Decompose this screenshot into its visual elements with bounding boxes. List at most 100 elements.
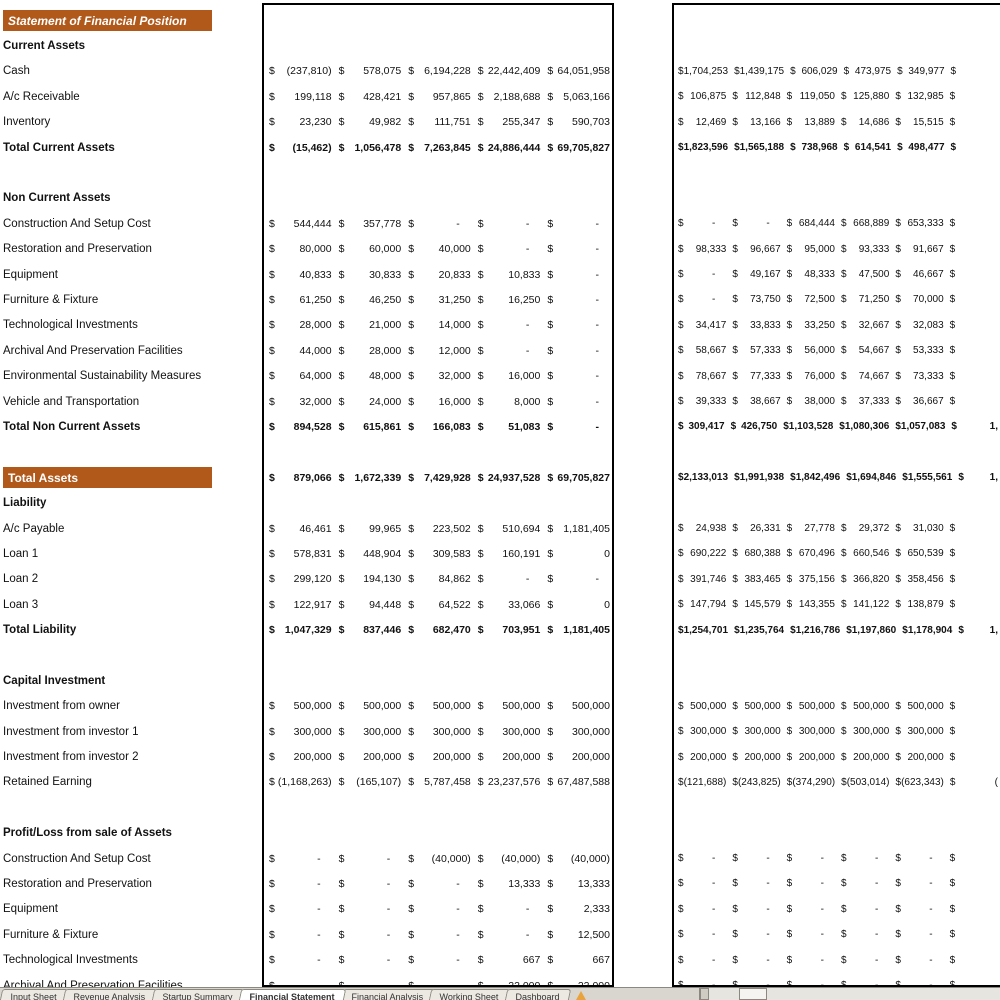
row-label-loan-3[interactable]: Loan 3 [0, 592, 260, 617]
spreadsheet-cell[interactable]: $615,861 [334, 414, 404, 439]
spreadsheet-cell[interactable]: $13,333 [473, 871, 543, 896]
spreadsheet-cell[interactable]: $- [403, 973, 473, 987]
row-label-total-non-current-assets[interactable]: Total Non Current Assets [0, 414, 260, 439]
spreadsheet-cell[interactable]: $200,000 [674, 744, 728, 769]
spreadsheet-cell[interactable]: $200,000 [783, 744, 837, 769]
spreadsheet-cell[interactable]: $54,667 [837, 338, 891, 363]
sheet-tab-working-sheet[interactable]: Working Sheet [427, 989, 510, 1000]
spreadsheet-cell[interactable]: $1,991,938 [730, 465, 786, 490]
spreadsheet-cell[interactable]: $- [542, 313, 612, 338]
spreadsheet-cell[interactable]: $28,000 [334, 338, 404, 363]
spreadsheet-cell[interactable]: $223,502 [403, 516, 473, 541]
spreadsheet-cell[interactable]: $684,444 [783, 211, 837, 236]
row-label-total-current-assets[interactable]: Total Current Assets [0, 135, 260, 160]
row-label-loan-2[interactable]: Loan 2 [0, 567, 260, 592]
row-label-cash[interactable]: Cash [0, 59, 260, 84]
sheet-tab-dashboard[interactable]: Dashboard [503, 989, 571, 1000]
spreadsheet-cell[interactable]: $73,333 [891, 363, 945, 388]
spreadsheet-cell[interactable]: $( [946, 770, 1000, 795]
spreadsheet-cell[interactable]: $15,515 [891, 110, 945, 135]
spreadsheet-cell[interactable]: $33,833 [728, 313, 782, 338]
spreadsheet-cell[interactable]: $0 [542, 541, 612, 566]
spreadsheet-cell[interactable]: $375,156 [783, 567, 837, 592]
spreadsheet-cell[interactable]: $166,083 [403, 414, 473, 439]
spreadsheet-cell[interactable]: $- [728, 871, 782, 896]
spreadsheet-cell[interactable]: $61,250 [264, 287, 334, 312]
spreadsheet-cell[interactable]: $(1,168,263) [264, 770, 334, 795]
spreadsheet-cell[interactable]: $22,000 [473, 973, 543, 987]
spreadsheet-cell[interactable]: $32,083 [891, 313, 945, 338]
spreadsheet-cell[interactable]: $1,672,339 [334, 465, 404, 490]
spreadsheet-cell[interactable]: $80,000 [264, 237, 334, 262]
spreadsheet-cell[interactable]: $1,254,701 [674, 617, 730, 642]
spreadsheet-cell[interactable]: $22,000 [542, 973, 612, 987]
spreadsheet-cell[interactable]: $53,333 [891, 338, 945, 363]
row-label-investment-from-investor-2[interactable]: Investment from investor 2 [0, 744, 260, 769]
spreadsheet-cell[interactable]: $- [891, 922, 945, 947]
spreadsheet-cell[interactable]: $199,118 [264, 84, 334, 109]
spreadsheet-cell[interactable]: $- [473, 211, 543, 236]
spreadsheet-cell[interactable]: $5,063,166 [542, 84, 612, 109]
spreadsheet-cell[interactable]: $1,216,786 [786, 617, 842, 642]
spreadsheet-cell[interactable]: $383,465 [728, 567, 782, 592]
spreadsheet-cell[interactable]: $37,333 [837, 389, 891, 414]
spreadsheet-cell[interactable]: $500,000 [334, 694, 404, 719]
spreadsheet-cell[interactable]: $500,000 [403, 694, 473, 719]
spreadsheet-cell[interactable]: $1,555,561 [898, 465, 954, 490]
spreadsheet-cell[interactable]: $300,000 [837, 719, 891, 744]
spreadsheet-cell[interactable]: $ [946, 973, 1000, 987]
spreadsheet-cell[interactable]: $(623,343) [892, 770, 946, 795]
spreadsheet-cell[interactable]: $200,000 [891, 744, 945, 769]
spreadsheet-cell[interactable]: $99,965 [334, 516, 404, 541]
spreadsheet-cell[interactable]: $31,250 [403, 287, 473, 312]
spreadsheet-cell[interactable]: $ [946, 338, 1000, 363]
spreadsheet-cell[interactable]: $46,461 [264, 516, 334, 541]
spreadsheet-cell[interactable]: $24,000 [334, 389, 404, 414]
spreadsheet-cell[interactable]: $- [674, 287, 728, 312]
sheet-tab-financial-statement[interactable]: Financial Statement [236, 989, 345, 1000]
row-label-a-c-receivable[interactable]: A/c Receivable [0, 84, 260, 109]
spreadsheet-cell[interactable]: $57,333 [728, 338, 782, 363]
spreadsheet-cell[interactable]: $- [783, 922, 837, 947]
spreadsheet-cell[interactable]: $650,539 [891, 541, 945, 566]
spreadsheet-cell[interactable]: $- [542, 567, 612, 592]
spreadsheet-cell[interactable]: $500,000 [728, 694, 782, 719]
spreadsheet-cell[interactable]: $- [674, 922, 728, 947]
spreadsheet-cell[interactable]: $448,904 [334, 541, 404, 566]
spreadsheet-cell[interactable]: $- [542, 414, 612, 439]
spreadsheet-cell[interactable]: $- [334, 947, 404, 972]
spreadsheet-cell[interactable]: $- [783, 871, 837, 896]
spreadsheet-cell[interactable]: $- [674, 973, 728, 987]
spreadsheet-cell[interactable]: $51,083 [473, 414, 543, 439]
spreadsheet-cell[interactable]: $69,705,827 [542, 135, 612, 160]
row-label-archival-and-preservation-facilities[interactable]: Archival And Preservation Facilities [0, 338, 260, 363]
spreadsheet-cell[interactable]: $1, [954, 617, 1000, 642]
spreadsheet-cell[interactable]: $578,831 [264, 541, 334, 566]
spreadsheet-cell[interactable]: $300,000 [403, 719, 473, 744]
spreadsheet-cell[interactable]: $ [946, 389, 1000, 414]
spreadsheet-cell[interactable]: $300,000 [783, 719, 837, 744]
spreadsheet-cell[interactable]: $- [783, 846, 837, 871]
spreadsheet-cell[interactable]: $26,331 [728, 516, 782, 541]
row-label-technological-investments[interactable]: Technological Investments [0, 313, 260, 338]
spreadsheet-cell[interactable]: $498,477 [893, 135, 946, 160]
spreadsheet-cell[interactable]: $145,579 [728, 592, 782, 617]
spreadsheet-cell[interactable]: $(40,000) [542, 846, 612, 871]
spreadsheet-cell[interactable]: $- [473, 567, 543, 592]
spreadsheet-cell[interactable]: $309,417 [674, 414, 727, 439]
spreadsheet-cell[interactable]: $(15,462) [264, 135, 334, 160]
spreadsheet-cell[interactable]: $682,470 [403, 617, 473, 642]
spreadsheet-cell[interactable]: $30,833 [334, 262, 404, 287]
spreadsheet-cell[interactable]: $(374,290) [783, 770, 837, 795]
spreadsheet-cell[interactable]: $ [946, 110, 1000, 135]
spreadsheet-cell[interactable]: $300,000 [334, 719, 404, 744]
spreadsheet-cell[interactable]: $2,188,688 [473, 84, 543, 109]
spreadsheet-cell[interactable]: $91,667 [891, 237, 945, 262]
spreadsheet-cell[interactable]: $300,000 [542, 719, 612, 744]
row-label-profit-loss-from-sale-of-assets[interactable]: Profit/Loss from sale of Assets [0, 821, 260, 846]
spreadsheet-cell[interactable]: $1,197,860 [842, 617, 898, 642]
spreadsheet-cell[interactable]: $32,000 [264, 389, 334, 414]
spreadsheet-cell[interactable]: $(503,014) [837, 770, 891, 795]
spreadsheet-cell[interactable]: $- [674, 211, 728, 236]
spreadsheet-cell[interactable]: $76,000 [783, 363, 837, 388]
